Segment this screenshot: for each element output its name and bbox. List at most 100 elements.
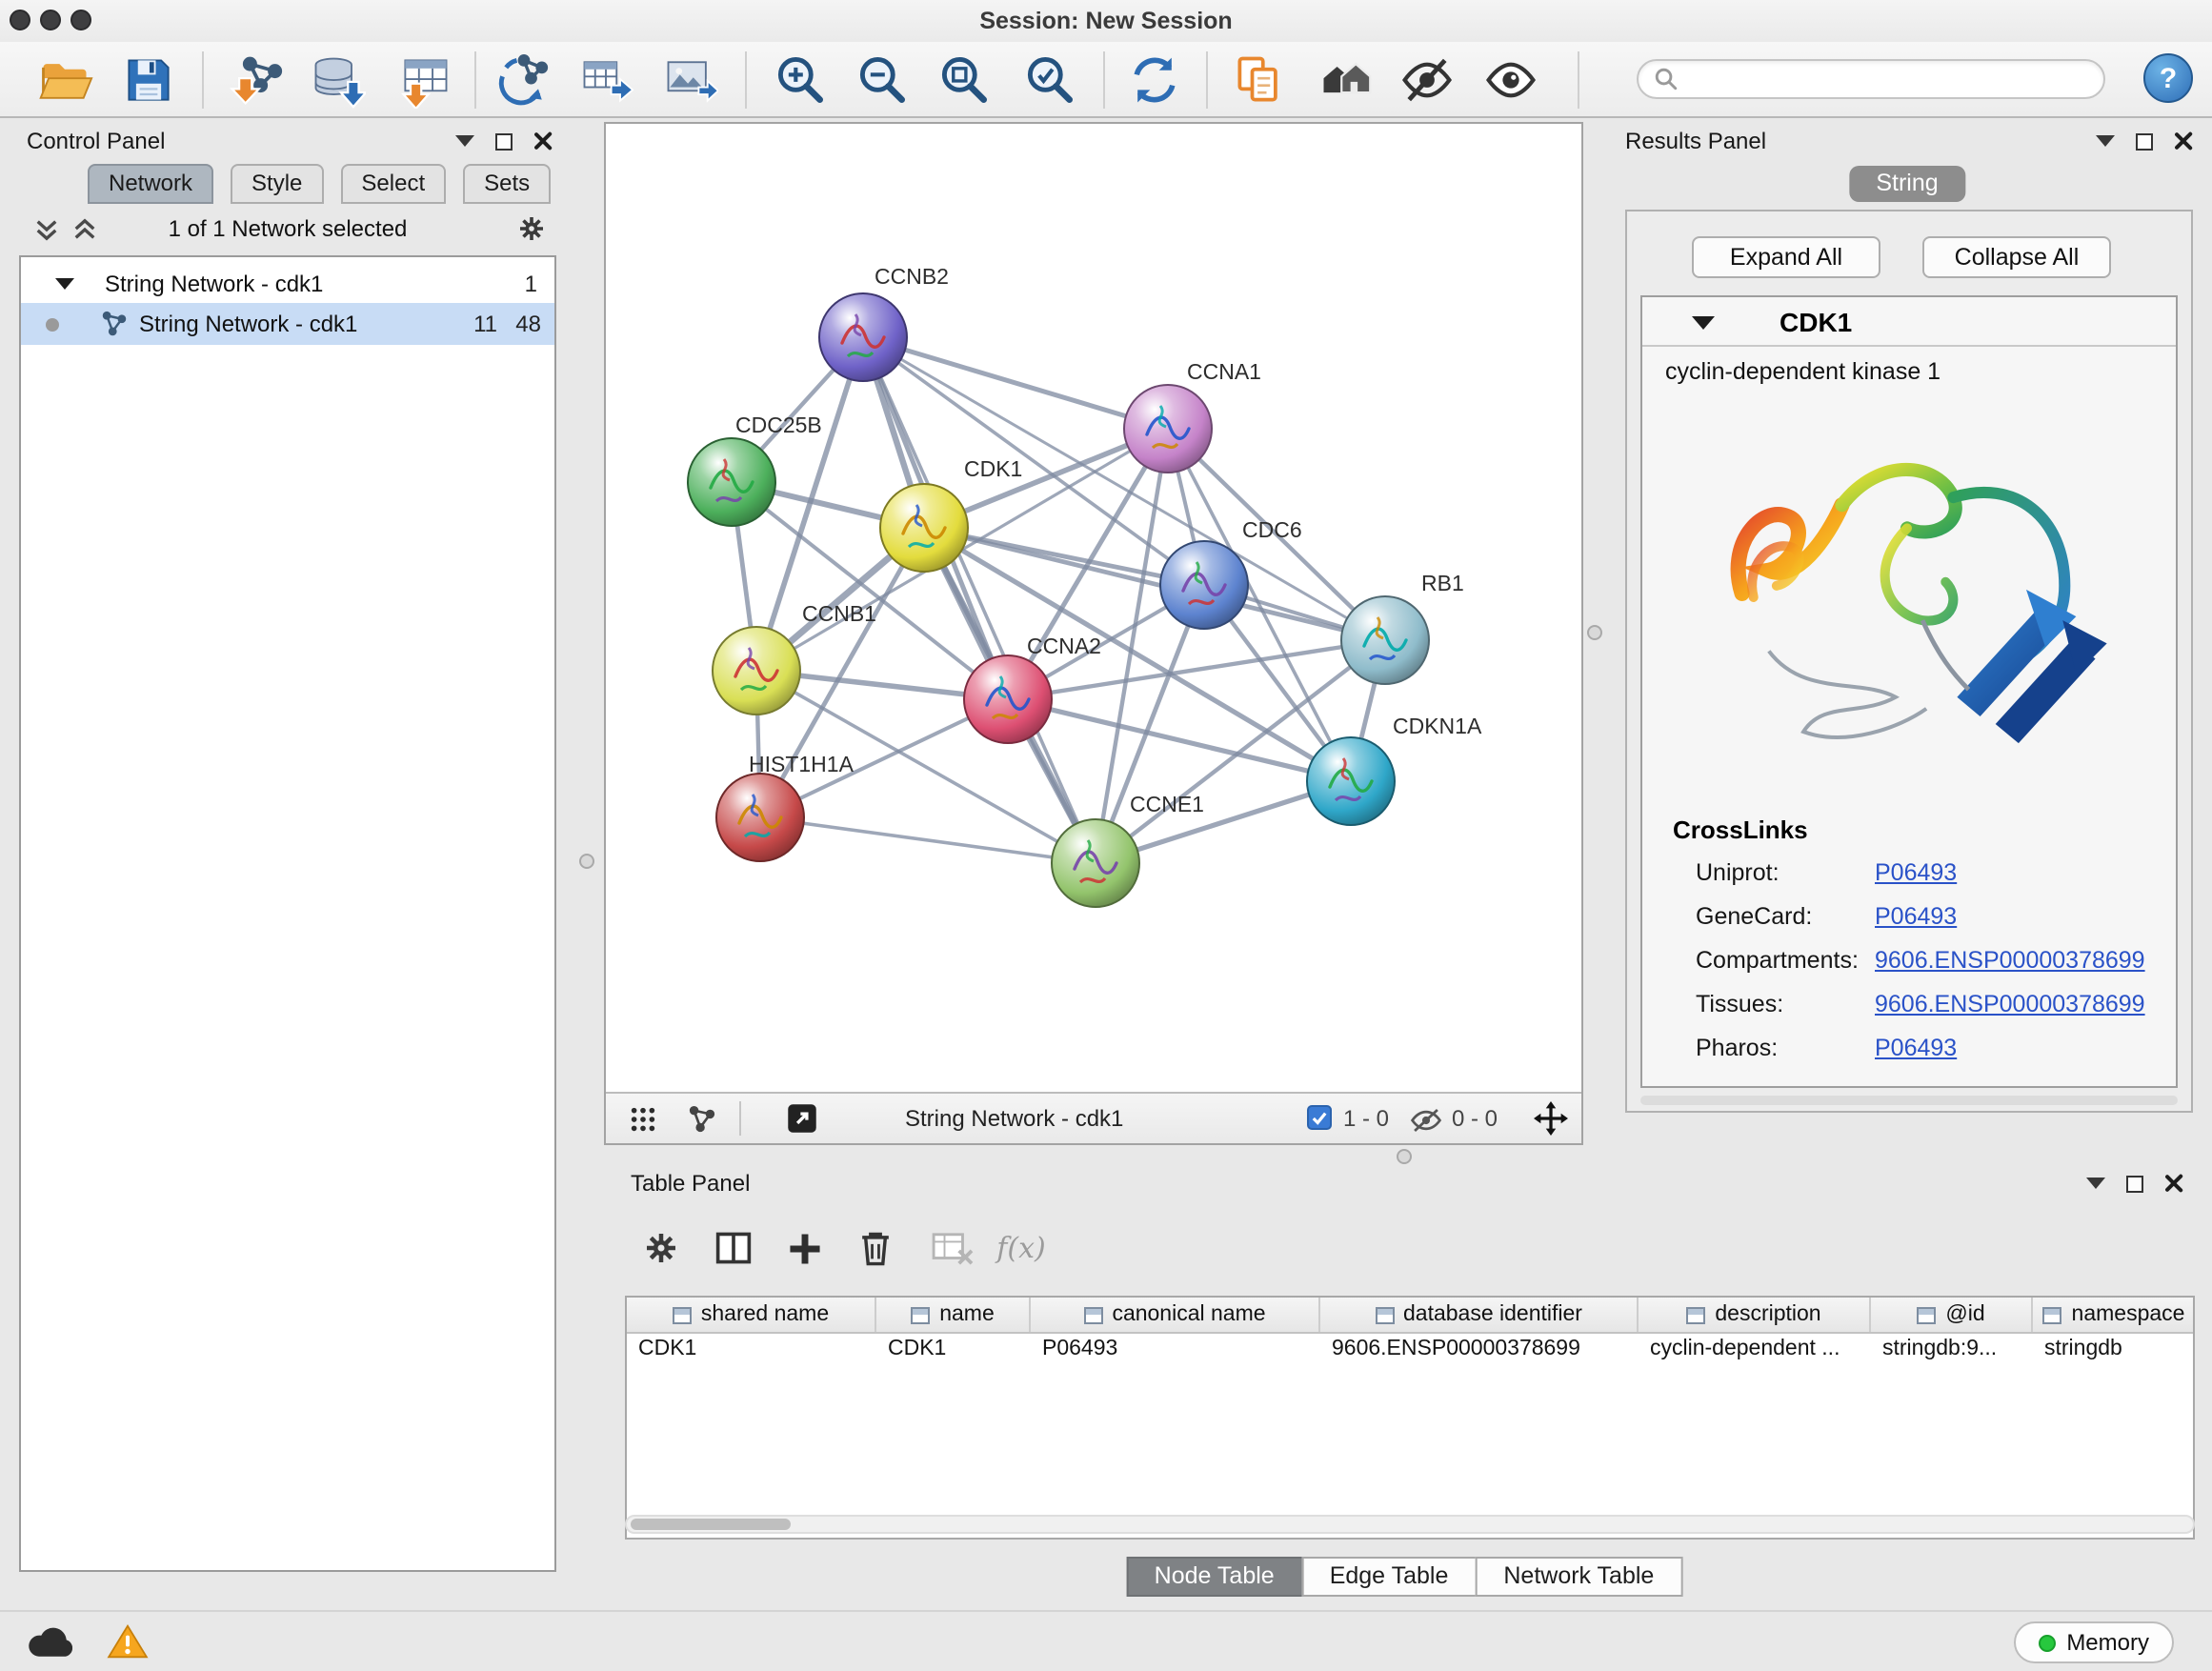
export-table-button[interactable] (575, 50, 636, 111)
network-row-selected[interactable]: String Network - cdk1 11 48 (21, 303, 554, 345)
grid-view-button[interactable] (629, 1105, 657, 1139)
table-cell[interactable]: P06493 (1031, 1334, 1320, 1366)
network-node-CDK1[interactable] (880, 484, 968, 572)
tab-network-table[interactable]: Network Table (1475, 1557, 1682, 1597)
network-node-CCNB1[interactable] (713, 627, 800, 715)
pan-mode-button[interactable] (1534, 1101, 1568, 1141)
tab-node-table[interactable]: Node Table (1126, 1557, 1303, 1597)
splitter-handle[interactable] (1397, 1149, 1412, 1164)
network-node-CCNA1[interactable] (1124, 385, 1212, 473)
table-cell[interactable]: 9606.ENSP00000378699 (1320, 1334, 1639, 1366)
disclosure-triangle-icon[interactable] (1692, 316, 1715, 330)
column-header-name[interactable]: name (876, 1298, 1031, 1332)
table-options-button[interactable] (634, 1221, 688, 1275)
crosslink-link[interactable]: 9606.ENSP00000378699 (1875, 947, 2145, 974)
apply-layout-button[interactable] (1124, 50, 1185, 111)
export-network-button[interactable] (493, 50, 554, 111)
import-network-file-button[interactable] (225, 50, 286, 111)
memory-button[interactable]: Memory (2013, 1621, 2174, 1663)
splitter-handle[interactable] (1587, 625, 1602, 640)
column-header-canonical-name[interactable]: canonical name (1031, 1298, 1320, 1332)
splitter-handle[interactable] (579, 854, 594, 869)
column-header-namespace[interactable]: namespace (2033, 1298, 2195, 1332)
detach-view-button[interactable] (785, 1101, 819, 1141)
table-row[interactable]: CDK1CDK1P064939606.ENSP00000378699cyclin… (627, 1334, 2193, 1366)
network-node-CDKN1A[interactable] (1307, 737, 1395, 825)
panel-collapse-button[interactable] (2096, 135, 2115, 147)
network-node-HIST1H1A[interactable] (716, 774, 804, 861)
network-edge[interactable] (863, 337, 1168, 429)
panel-collapse-button[interactable] (455, 135, 474, 147)
panel-float-button[interactable] (495, 132, 513, 150)
tab-network[interactable]: Network (88, 164, 213, 204)
tab-edge-table[interactable]: Edge Table (1301, 1557, 1478, 1597)
network-node-CCNA2[interactable] (964, 655, 1052, 743)
network-node-CDC6[interactable] (1160, 541, 1248, 629)
network-node-CDC25B[interactable] (688, 438, 775, 526)
table-cell[interactable]: CDK1 (627, 1334, 876, 1366)
expand-all-button[interactable]: Expand All (1692, 236, 1880, 278)
panel-close-button[interactable] (533, 131, 553, 151)
warnings-button[interactable] (107, 1623, 149, 1669)
delete-table-button-disabled[interactable] (926, 1221, 979, 1275)
table-cell[interactable]: stringdb (2033, 1334, 2195, 1366)
tab-sets[interactable]: Sets (463, 164, 551, 204)
documents-button[interactable] (1229, 50, 1290, 111)
crosslink-link[interactable]: P06493 (1875, 903, 1957, 930)
panel-float-button[interactable] (2126, 1175, 2143, 1192)
column-header-database-identifier[interactable]: database identifier (1320, 1298, 1639, 1332)
crosslink-link[interactable]: P06493 (1875, 1035, 1957, 1061)
column-header--id[interactable]: @id (1871, 1298, 2033, 1332)
gene-section-header[interactable]: CDK1 (1642, 297, 2176, 347)
delete-columns-button[interactable] (848, 1221, 901, 1275)
network-options-button[interactable] (516, 213, 547, 253)
tab-style[interactable]: Style (231, 164, 323, 204)
zoom-out-button[interactable] (852, 50, 913, 111)
help-button[interactable]: ? (2143, 53, 2193, 103)
show-columns-button[interactable] (707, 1221, 760, 1275)
import-table-button[interactable] (394, 50, 455, 111)
disclosure-triangle-icon[interactable] (55, 278, 74, 290)
tab-string[interactable]: String (1849, 166, 1964, 202)
table-cell[interactable]: CDK1 (876, 1334, 1031, 1366)
scrollbar-thumb[interactable] (631, 1519, 791, 1530)
network-node-RB1[interactable] (1341, 596, 1429, 684)
home-button[interactable] (1315, 50, 1376, 111)
export-image-button[interactable] (659, 50, 720, 111)
search-input[interactable] (1688, 66, 2088, 92)
zoom-in-button[interactable] (770, 50, 831, 111)
network-node-CCNE1[interactable] (1052, 819, 1139, 907)
create-column-button[interactable] (777, 1221, 831, 1275)
crosslink-link[interactable]: 9606.ENSP00000378699 (1875, 991, 2145, 1017)
panel-collapse-button[interactable] (2086, 1178, 2105, 1189)
import-network-database-button[interactable] (307, 50, 368, 111)
crosslink-link[interactable]: P06493 (1875, 859, 1957, 886)
network-edge[interactable] (924, 528, 1385, 640)
selected-checkbox-icon[interactable] (1307, 1105, 1332, 1130)
panel-close-button[interactable] (2174, 131, 2193, 151)
zoom-selected-button[interactable] (1019, 50, 1080, 111)
hidden-eye-slash-icon[interactable] (1410, 1107, 1442, 1139)
tab-select[interactable]: Select (340, 164, 446, 204)
horizontal-scrollbar[interactable] (1640, 1096, 2178, 1105)
open-session-button[interactable] (34, 50, 95, 111)
cloud-status-button[interactable] (27, 1625, 72, 1669)
network-view-button[interactable] (688, 1105, 716, 1139)
network-collection-row[interactable]: String Network - cdk1 1 (21, 265, 554, 303)
search-box[interactable] (1637, 59, 2105, 99)
function-builder-button-disabled[interactable]: f(x) (995, 1221, 1048, 1275)
column-header-description[interactable]: description (1639, 1298, 1871, 1332)
zoom-fit-button[interactable] (934, 50, 995, 111)
table-cell[interactable]: stringdb:9... (1871, 1334, 2033, 1366)
network-edge[interactable] (760, 817, 1096, 863)
table-cell[interactable]: cyclin-dependent ... (1639, 1334, 1871, 1366)
show-graphics-details-button[interactable] (1480, 50, 1541, 111)
horizontal-scrollbar[interactable] (625, 1515, 2195, 1534)
collapse-all-button[interactable]: Collapse All (1922, 236, 2111, 278)
hide-graphics-details-button[interactable] (1397, 50, 1458, 111)
network-canvas[interactable]: CCNB2CCNA1CDC25BCDK1CDC6RB1CCNB1CCNA2CDK… (606, 124, 1581, 1092)
panel-close-button[interactable] (2164, 1174, 2183, 1193)
network-node-CCNB2[interactable] (819, 293, 907, 381)
panel-float-button[interactable] (2136, 132, 2153, 150)
column-header-shared-name[interactable]: shared name (627, 1298, 876, 1332)
